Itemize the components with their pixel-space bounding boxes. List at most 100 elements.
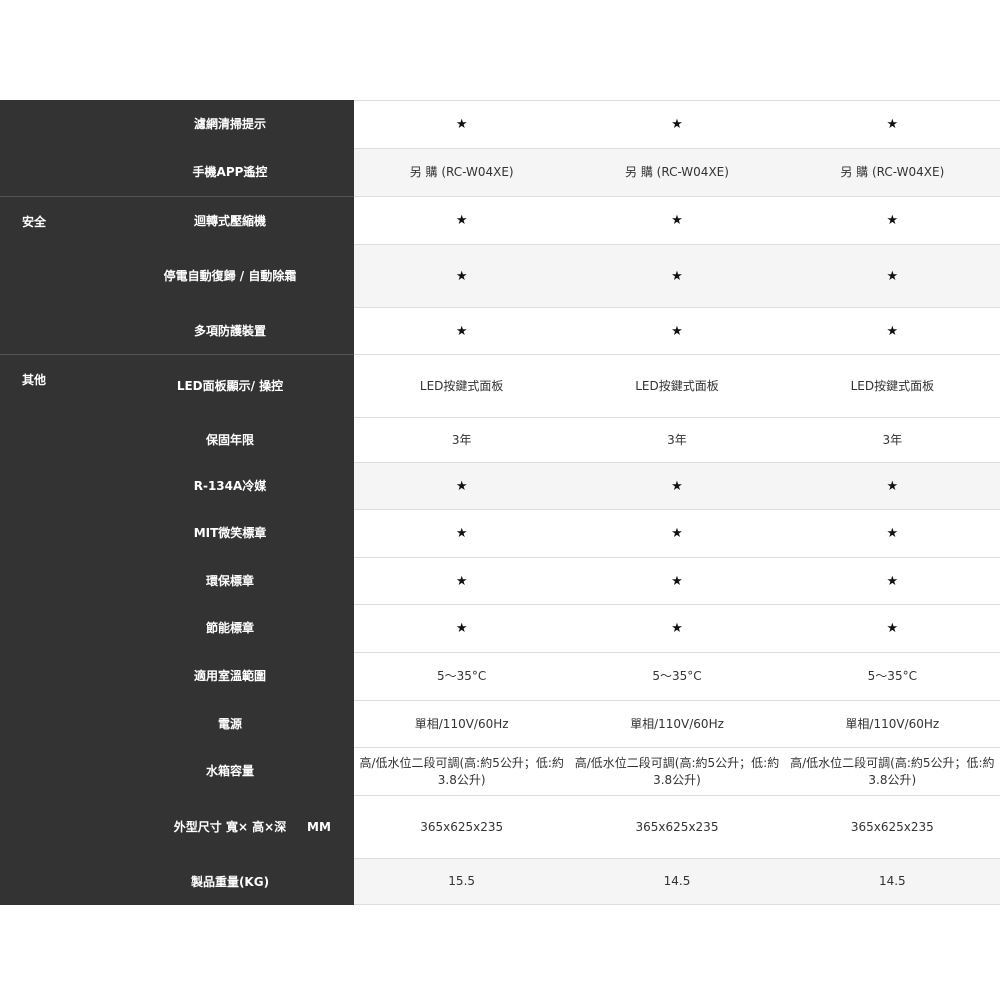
spec-values: ★ ★ ★ [354, 557, 1000, 604]
spec-values: ★ ★ ★ [354, 196, 1000, 244]
star-icon: ★ [455, 621, 468, 636]
spec-row-header: 電源 [0, 700, 354, 747]
spec-row: 多項防護裝置 ★ ★ ★ [0, 307, 1000, 354]
spec-values: 單相/110V/60Hz 單相/110V/60Hz 單相/110V/60Hz [354, 700, 1000, 747]
star-icon: ★ [671, 526, 683, 541]
spec-value: LED按鍵式面板 [850, 378, 935, 393]
feature-label: 節能標章 [205, 621, 254, 635]
star-icon: ★ [886, 573, 899, 589]
spec-value: 高/低水位二段可調(高:約5公升；低:約3.8公升) [790, 755, 995, 787]
spec-row-header: 安全 迴轉式壓縮機 [0, 196, 354, 244]
spec-value: 15.5 [448, 874, 476, 888]
spec-value: 14.5 [878, 874, 906, 888]
star-icon: ★ [886, 621, 899, 636]
spec-value: 另 購 (RC-W04XE) [409, 165, 514, 179]
spec-values: 3年 3年 3年 [354, 417, 1000, 462]
feature-label: 濾網清掃提示 [193, 117, 266, 131]
spec-table: 濾網清掃提示 ★ ★ ★ 手機APP遙控 另 購 (RC-W04XE) 另 購 (RC-W0… [0, 100, 1000, 905]
spec-row-header: 手機APP遙控 [0, 148, 354, 196]
spec-values: ★ ★ ★ [354, 307, 1000, 354]
spec-row-header: 環保標章 [0, 557, 354, 604]
star-icon: ★ [886, 117, 899, 132]
spec-values: LED按鍵式面板 LED按鍵式面板 LED按鍵式面板 [354, 354, 1000, 417]
feature-label: MIT微笑標章 [193, 526, 267, 540]
spec-row-header: 水箱容量 [0, 747, 354, 795]
spec-value: 單相/110V/60Hz [845, 716, 940, 731]
spec-row: 環保標章 ★ ★ ★ [0, 557, 1000, 604]
spec-value: 5～35°C [867, 669, 917, 683]
spec-value: LED按鍵式面板 [635, 378, 719, 393]
spec-row-header: 保固年限 [0, 417, 354, 462]
spec-value: 單相/110V/60Hz [414, 716, 509, 731]
spec-row-header: MIT微笑標章 [0, 509, 354, 557]
feature-label: 迴轉式壓縮機 [193, 213, 266, 228]
star-icon: ★ [455, 573, 468, 589]
feature-label: LED面板顯示/ 操控 [176, 379, 284, 393]
spec-row: R-134A冷媒 ★ ★ ★ [0, 462, 1000, 509]
spec-row: MIT微笑標章 ★ ★ ★ [0, 509, 1000, 557]
feature-label: R-134A冷媒 [193, 478, 267, 493]
star-icon: ★ [455, 213, 468, 228]
star-icon: ★ [671, 323, 683, 339]
star-icon: ★ [886, 213, 899, 228]
spec-row-header: 節能標章 [0, 604, 354, 652]
spec-values: 15.5 14.5 14.5 [354, 858, 1000, 905]
spec-row: 其他 LED面板顯示/ 操控 LED按鍵式面板 LED按鍵式面板 LED按鍵式面板 [0, 354, 1000, 417]
spec-value: 高/低水位二段可調(高:約5公升；低:約3.8公升) [359, 755, 564, 787]
feature-label: 多項防護裝置 [193, 323, 266, 338]
spec-value: 5～35°C [437, 669, 487, 683]
spec-value: 14.5 [663, 874, 691, 888]
spec-value: 3年 [451, 432, 472, 447]
spec-row: 濾網清掃提示 ★ ★ ★ [0, 100, 1000, 148]
category-label: 其他 [22, 373, 47, 387]
spec-values: 5～35°C 5～35°C 5～35°C [354, 652, 1000, 700]
spec-row: 水箱容量 高/低水位二段可調(高:約5公升；低:約3.8公升) 高/低水位二段可調(… [0, 747, 1000, 795]
spec-row-header: 停電自動復歸 / 自動除霜 [0, 244, 354, 307]
feature-label: 水箱容量 [205, 764, 254, 778]
star-icon: ★ [455, 117, 468, 132]
feature-label: 電源 [217, 716, 242, 731]
spec-row-header: R-134A冷媒 [0, 462, 354, 509]
star-icon: ★ [671, 268, 683, 284]
star-icon: ★ [671, 573, 683, 589]
spec-row-header: 外型尺寸 寬× 高×深 MM [0, 795, 354, 858]
spec-values: ★ ★ ★ [354, 462, 1000, 509]
spec-row: 安全 迴轉式壓縮機 ★ ★ ★ [0, 196, 1000, 244]
spec-value: 高/低水位二段可調(高:約5公升；低:約3.8公升) [574, 755, 780, 787]
spec-values: ★ ★ ★ [354, 100, 1000, 148]
star-icon: ★ [671, 621, 683, 636]
spec-row: 停電自動復歸 / 自動除霜 ★ ★ ★ [0, 244, 1000, 307]
spec-row: 節能標章 ★ ★ ★ [0, 604, 1000, 652]
star-icon: ★ [886, 268, 899, 284]
spec-row: 製品重量(KG) 15.5 14.5 14.5 [0, 858, 1000, 905]
spec-value: LED按鍵式面板 [419, 378, 504, 393]
category-label: 安全 [22, 215, 47, 229]
star-icon: ★ [671, 213, 683, 228]
star-icon: ★ [886, 526, 899, 541]
feature-label: 外型尺寸 寬× 高×深 [173, 819, 287, 834]
spec-row: 保固年限 3年 3年 3年 [0, 417, 1000, 462]
star-icon: ★ [886, 323, 899, 339]
star-icon: ★ [886, 478, 899, 494]
star-icon: ★ [455, 268, 468, 284]
feature-label: 環保標章 [205, 573, 254, 588]
spec-value: 365x625x235 [635, 819, 719, 834]
spec-row-header: 適用室溫範圍 [0, 652, 354, 700]
feature-label: 手機APP遙控 [192, 165, 268, 179]
feature-label: 保固年限 [205, 432, 254, 447]
star-icon: ★ [455, 323, 468, 339]
spec-value: 365x625x235 [850, 819, 934, 834]
spec-row: 適用室溫範圍 5～35°C 5～35°C 5～35°C [0, 652, 1000, 700]
spec-row-header: 濾網清掃提示 [0, 100, 354, 148]
spec-row: 電源 單相/110V/60Hz 單相/110V/60Hz 單相/110V/60Hz [0, 700, 1000, 747]
spec-row-header: 其他 LED面板顯示/ 操控 [0, 354, 354, 417]
spec-value: 5～35°C [652, 669, 702, 683]
spec-values: ★ ★ ★ [354, 244, 1000, 307]
spec-value: 另 購 (RC-W04XE) [625, 165, 729, 179]
spec-values: ★ ★ ★ [354, 604, 1000, 652]
star-icon: ★ [455, 526, 468, 541]
feature-label: 停電自動復歸 / 自動除霜 [163, 268, 297, 283]
spec-value: 3年 [882, 432, 903, 447]
spec-values: 另 購 (RC-W04XE) 另 購 (RC-W04XE) 另 購 (RC-W04X… [354, 148, 1000, 196]
spec-row: 手機APP遙控另 購 (RC-W04XE) 另 購 (RC-W04XE) 另 購 (… [0, 148, 1000, 196]
